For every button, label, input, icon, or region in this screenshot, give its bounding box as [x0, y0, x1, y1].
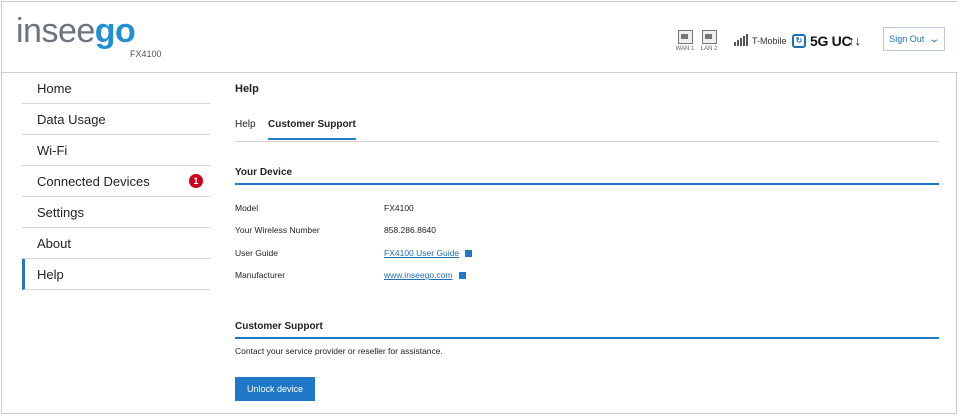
row-label: Model [235, 203, 259, 213]
sidebar-item-label: Help [37, 266, 64, 282]
support-message: Contact your service provider or reselle… [235, 346, 443, 356]
row-label: User Guide [235, 248, 278, 258]
chevron-down-icon: ⌄ [928, 33, 941, 45]
ethernet-port-icon [701, 30, 717, 44]
sign-out-label: Sign Out [889, 34, 925, 44]
sidebar-item-wifi[interactable]: Wi-Fi [22, 135, 210, 166]
port-label: LAN 2 [700, 46, 718, 52]
row-label: Your Wireless Number [235, 225, 320, 235]
wan-port-indicator: WAN 1 [674, 30, 696, 52]
model-label: FX4100 [130, 49, 162, 59]
carrier-name: T-Mobile [752, 36, 787, 46]
sidebar-item-label: About [37, 235, 71, 251]
sidebar-item-label: Data Usage [37, 111, 106, 127]
manufacturer-link[interactable]: www.inseego.com [384, 270, 453, 280]
sidebar-item-label: Wi-Fi [37, 142, 68, 158]
logo-text-part1: insee [16, 12, 95, 50]
external-link-icon[interactable] [465, 250, 473, 257]
unlock-device-button[interactable]: Unlock device [235, 377, 315, 401]
user-guide-link[interactable]: FX4100 User Guide [384, 248, 459, 258]
sidebar-item-label: Connected Devices [37, 173, 150, 189]
app-frame: inseego FX4100 WAN 1 LAN 2 T-Mobile ↻ 5G… [1, 1, 958, 414]
sidebar-nav: Home Data Usage Wi-Fi Connected Devices 1… [22, 73, 210, 290]
row-value: FX4100 User Guide [384, 248, 473, 258]
ethernet-port-icon [677, 30, 693, 44]
signal-strength-icon [734, 34, 748, 46]
sidebar-item-label: Settings [37, 204, 84, 220]
external-link-icon[interactable] [458, 272, 466, 279]
tab-customer-support[interactable]: Customer Support [268, 119, 356, 140]
data-transfer-icon: ↑↓ [848, 33, 861, 48]
row-value: 858.286.8640 [384, 225, 436, 235]
port-label: WAN 1 [675, 46, 695, 52]
page-title: Help [235, 83, 259, 95]
lan-port-indicator: LAN 2 [698, 30, 720, 52]
row-value: www.inseego.com [384, 270, 466, 280]
sidebar-item-settings[interactable]: Settings [22, 197, 210, 228]
sidebar-item-label: Home [37, 80, 72, 96]
logo-text-part2: go [94, 12, 136, 50]
network-type: 5G UC [810, 33, 852, 49]
sign-out-button[interactable]: Sign Out ⌄ [883, 27, 945, 51]
notification-badge: 1 [189, 174, 203, 188]
row-label: Manufacturer [235, 270, 286, 280]
sidebar-item-help[interactable]: Help [22, 259, 210, 290]
inseego-logo: inseego [16, 12, 136, 51]
wifi-calling-icon: ↻ [792, 34, 806, 48]
sidebar-item-connected-devices[interactable]: Connected Devices 1 [22, 166, 210, 197]
your-device-heading: Your Device [235, 167, 939, 185]
header: inseego FX4100 WAN 1 LAN 2 T-Mobile ↻ 5G… [2, 2, 958, 73]
sidebar-item-home[interactable]: Home [22, 73, 210, 104]
row-value: FX4100 [384, 203, 414, 213]
tab-bar: Help Customer Support [235, 117, 939, 142]
sidebar-item-about[interactable]: About [22, 228, 210, 259]
customer-support-heading: Customer Support [235, 321, 939, 339]
sidebar-item-data-usage[interactable]: Data Usage [22, 104, 210, 135]
tab-help[interactable]: Help [235, 119, 256, 138]
